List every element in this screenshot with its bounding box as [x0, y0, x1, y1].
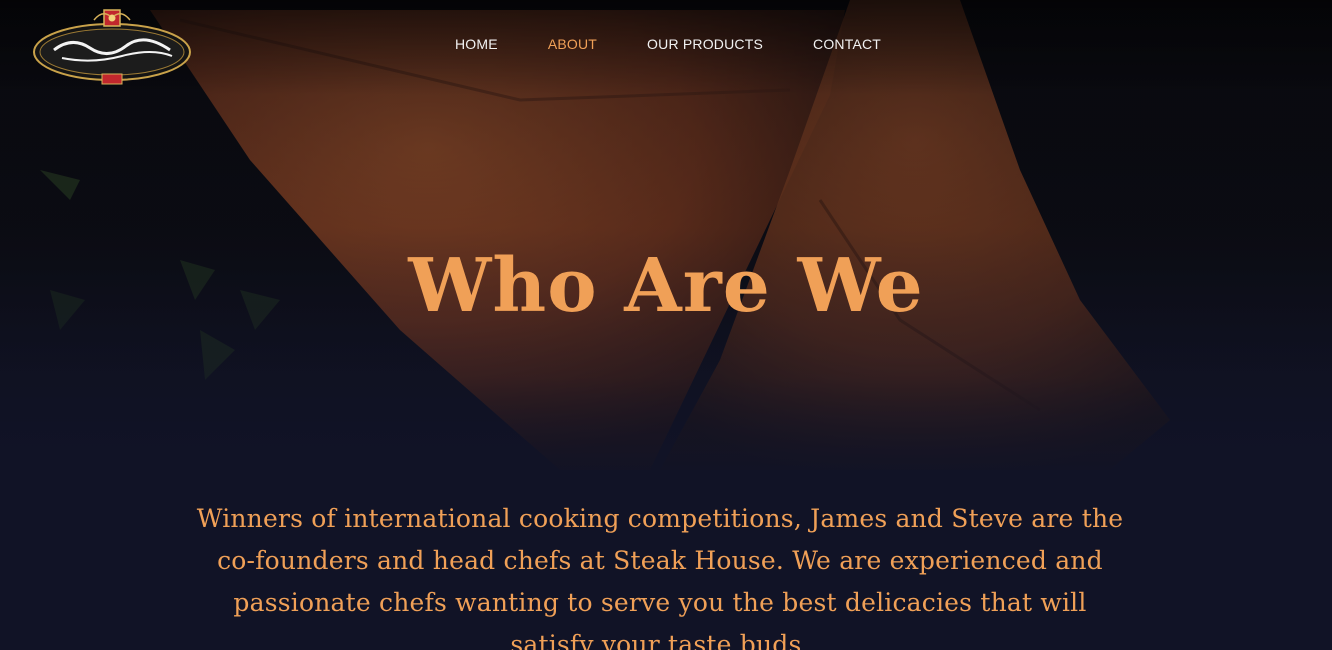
nav-home-link[interactable]: HOME [455, 36, 498, 52]
page-title: Who Are We [408, 243, 924, 329]
site-logo[interactable] [32, 6, 192, 86]
logo-emblem-icon [33, 9, 191, 85]
nav-contact-link[interactable]: CONTACT [813, 36, 881, 52]
page: HOME ABOUT OUR PRODUCTS CONTACT Who Are … [0, 0, 1332, 650]
nav-our-products-link[interactable]: OUR PRODUCTS [647, 36, 763, 52]
main-navigation: HOME ABOUT OUR PRODUCTS CONTACT [455, 36, 881, 52]
about-description: Winners of international cooking competi… [196, 504, 1124, 650]
nav-about-link[interactable]: ABOUT [548, 36, 597, 52]
